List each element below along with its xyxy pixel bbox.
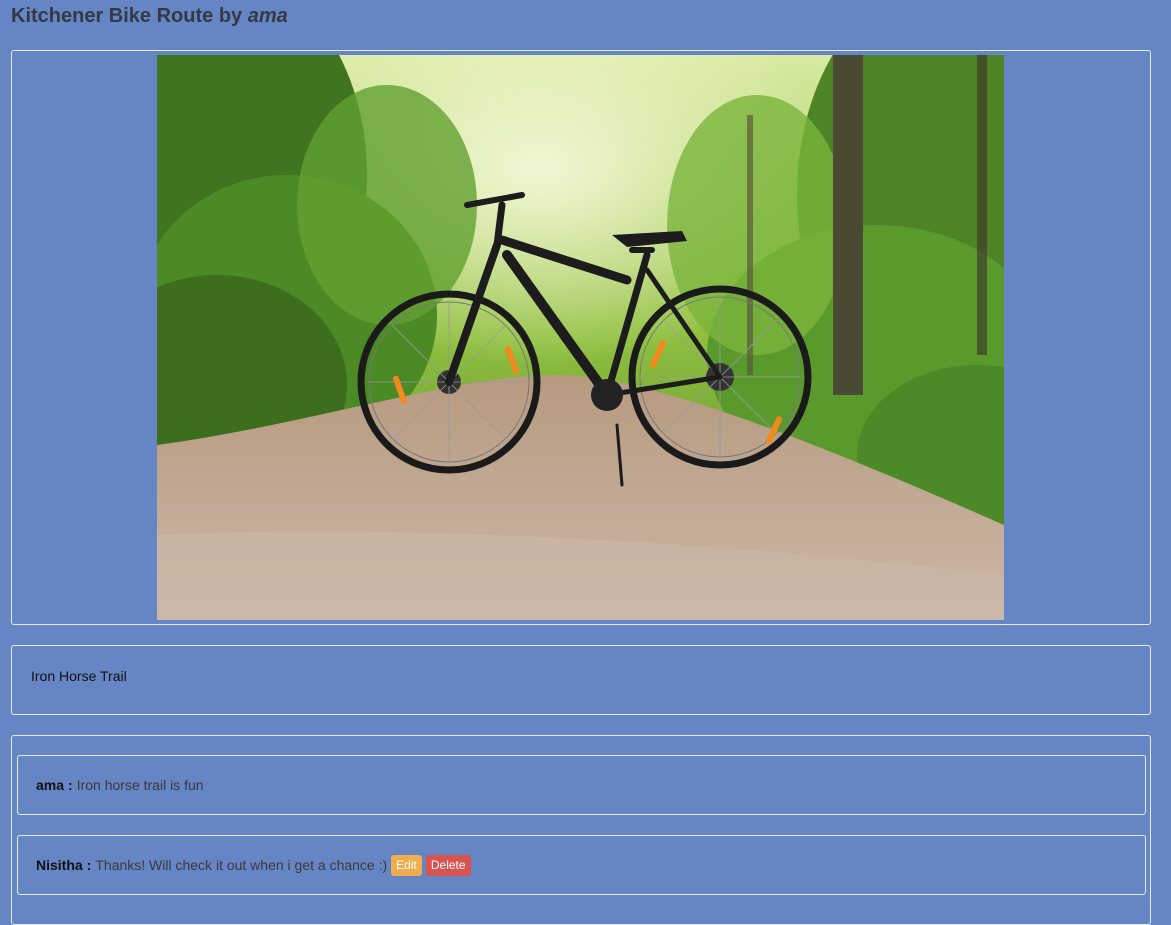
comment-separator: :	[86, 857, 92, 873]
route-image-panel	[11, 50, 1151, 625]
comment-text: Thanks! Will check it out when i get a c…	[95, 857, 388, 873]
bicycle-on-trail-image	[157, 55, 1004, 620]
comment-item: ama : Iron horse trail is fun	[17, 755, 1146, 815]
comment-text: Iron horse trail is fun	[76, 777, 204, 793]
route-description-panel: Iron Horse Trail	[11, 645, 1151, 715]
page-title: Kitchener Bike Route by ama	[11, 4, 288, 28]
comment-separator: :	[68, 777, 73, 793]
delete-comment-button[interactable]: Delete	[425, 854, 471, 876]
comment-item: Nisitha : Thanks! Will check it out when…	[17, 835, 1146, 895]
comments-panel: ama : Iron horse trail is fun Nisitha : …	[11, 735, 1151, 925]
page-title-prefix: Kitchener Bike Route by	[11, 5, 243, 27]
route-description: Iron Horse Trail	[31, 668, 127, 684]
page-title-author[interactable]: ama	[248, 5, 288, 27]
comment-content: Nisitha : Thanks! Will check it out when…	[36, 836, 471, 894]
comment-content: ama : Iron horse trail is fun	[36, 756, 204, 814]
comment-author: Nisitha	[36, 857, 83, 873]
comment-author: ama	[36, 777, 65, 793]
edit-comment-button[interactable]: Edit	[391, 854, 422, 876]
route-photo	[157, 55, 1004, 620]
